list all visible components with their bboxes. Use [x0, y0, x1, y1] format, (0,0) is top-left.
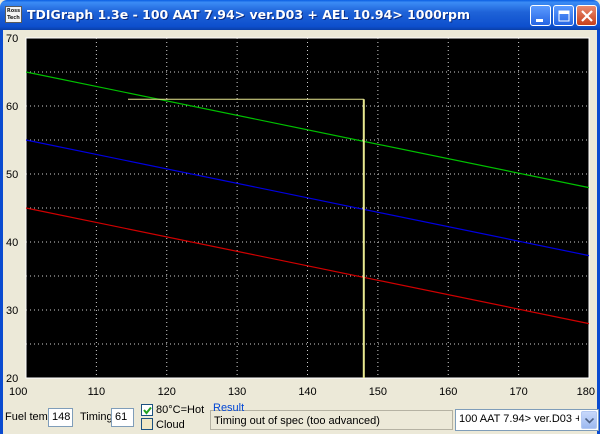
timing-field[interactable]: 61: [111, 408, 134, 427]
x-tick-label: 150: [369, 386, 387, 398]
x-tick-label: 160: [439, 386, 457, 398]
close-button[interactable]: [576, 5, 597, 26]
y-tick-label: 60: [6, 101, 18, 113]
chevron-down-icon: [585, 418, 594, 424]
result-label: Result: [213, 402, 245, 414]
maximize-icon: [558, 10, 570, 22]
window-title: TDIGraph 1.3e - 100 AAT 7.94> ver.D03 + …: [27, 7, 471, 22]
x-tick-label: 170: [509, 386, 527, 398]
cloud-checkbox[interactable]: [141, 418, 153, 430]
timing-graph[interactable]: 100 110 120 130 140 150 160 170 180 20 30 40 50 60 70: [3, 30, 597, 400]
close-icon: [581, 10, 593, 22]
app-logo-icon: Ross Tech: [5, 6, 22, 23]
maximize-button[interactable]: [553, 5, 574, 26]
x-tick-label: 180: [577, 386, 595, 398]
y-axis-ticks: 20 30 40 50 60 70: [6, 33, 18, 385]
x-tick-label: 100: [9, 386, 27, 398]
timing-label: Timing: [80, 411, 113, 423]
y-tick-label: 20: [6, 373, 18, 385]
x-tick-label: 120: [158, 386, 176, 398]
hot-label: 80°C=Hot: [156, 404, 205, 416]
minimize-button[interactable]: [530, 5, 551, 26]
engine-spec-select[interactable]: 100 AAT 7.94> ver.D03 + A: [455, 409, 599, 431]
title-bar[interactable]: Ross Tech TDIGraph 1.3e - 100 AAT 7.94> …: [0, 0, 600, 30]
y-tick-label: 40: [6, 237, 18, 249]
x-tick-label: 110: [88, 386, 106, 398]
x-tick-label: 130: [228, 386, 246, 398]
result-text: Timing out of spec (too advanced): [214, 415, 380, 427]
minimize-icon: [536, 19, 543, 22]
hot-checkbox[interactable]: [141, 404, 153, 416]
dropdown-button[interactable]: [581, 411, 597, 429]
fuel-temp-label: Fuel temp: [5, 411, 54, 423]
chart-svg: 100 110 120 130 140 150 160 170 180 20 30 40 50 60 70: [6, 33, 595, 398]
y-tick-label: 30: [6, 305, 18, 317]
cloud-label: Cloud: [156, 419, 185, 431]
x-axis-ticks: 100 110 120 130 140 150 160 170 180: [9, 386, 595, 398]
checkmark-icon: [143, 406, 152, 415]
x-tick-label: 140: [298, 386, 316, 398]
y-tick-label: 50: [6, 169, 18, 181]
engine-spec-value: 100 AAT 7.94> ver.D03 + A: [459, 413, 579, 425]
y-tick-label: 70: [6, 33, 18, 45]
control-strip: Fuel temp 148 Timing 61 80°C=Hot Cloud R…: [3, 400, 599, 434]
fuel-temp-field[interactable]: 148: [48, 408, 73, 427]
